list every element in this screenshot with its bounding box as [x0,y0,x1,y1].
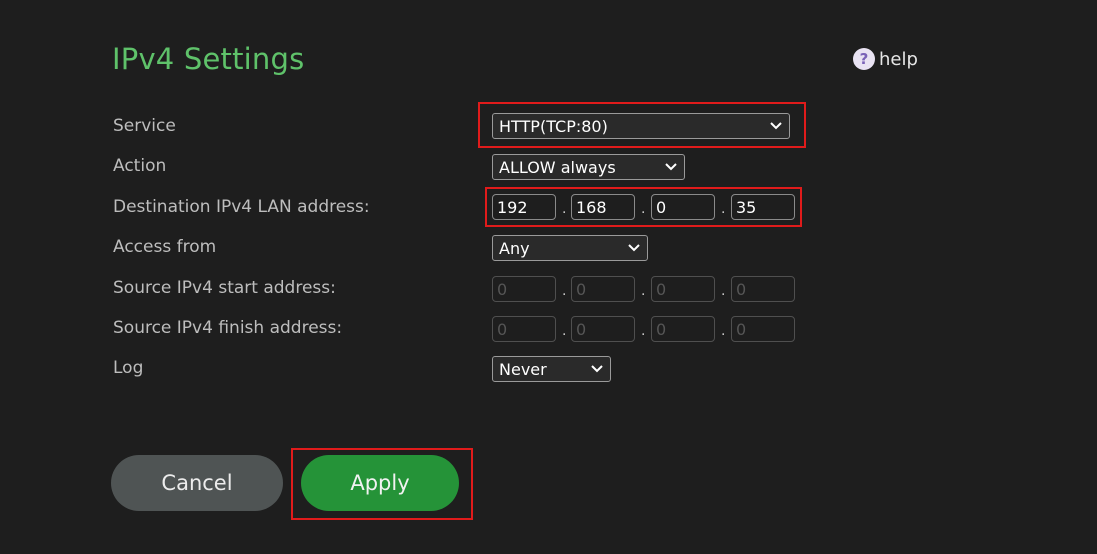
action-label: Action [113,156,167,176]
source-finish-octet-1: 0 [492,316,556,342]
chevron-down-icon [664,160,678,174]
source-finish-octet-3: 0 [651,316,715,342]
service-select-value: HTTP(TCP:80) [499,116,608,136]
source-start-octet-3: 0 [651,276,715,302]
source-start-octet-2: 0 [571,276,635,302]
service-select[interactable]: HTTP(TCP:80) [492,113,790,139]
chevron-down-icon [590,362,604,376]
source-finish-label: Source IPv4 finish address: [113,318,343,338]
ip-separator: . [562,200,567,217]
ip-separator: . [721,322,726,339]
access-from-select[interactable]: Any [492,235,648,261]
access-from-label: Access from [113,237,217,257]
source-start-label: Source IPv4 start address: [113,278,336,298]
ipv4-settings-page: IPv4 Settings ? help Service Action Dest… [0,0,1097,554]
ip-separator: . [641,282,646,299]
action-select[interactable]: ALLOW always [492,154,685,180]
destination-octet-2[interactable]: 168 [571,194,635,220]
source-start-octet-1: 0 [492,276,556,302]
help-label: help [879,48,918,70]
service-label: Service [113,116,176,136]
ip-separator: . [721,282,726,299]
ip-separator: . [721,200,726,217]
chevron-down-icon [769,119,783,133]
log-select[interactable]: Never [492,356,611,382]
ip-separator: . [562,322,567,339]
destination-octet-3[interactable]: 0 [651,194,715,220]
help-link[interactable]: ? help [853,48,918,70]
destination-octet-1[interactable]: 192 [492,194,556,220]
ip-separator: . [562,282,567,299]
page-title: IPv4 Settings [112,42,305,76]
ip-separator: . [641,200,646,217]
destination-label: Destination IPv4 LAN address: [113,197,370,217]
ip-separator: . [641,322,646,339]
source-finish-octet-4: 0 [731,316,795,342]
chevron-down-icon [627,241,641,255]
log-select-value: Never [499,359,547,379]
log-label: Log [113,358,144,378]
help-icon: ? [853,48,875,70]
access-from-select-value: Any [499,238,530,258]
apply-button[interactable]: Apply [301,455,459,511]
source-start-octet-4: 0 [731,276,795,302]
destination-octet-4[interactable]: 35 [731,194,795,220]
cancel-button[interactable]: Cancel [111,455,283,511]
action-select-value: ALLOW always [499,157,616,177]
source-finish-octet-2: 0 [571,316,635,342]
